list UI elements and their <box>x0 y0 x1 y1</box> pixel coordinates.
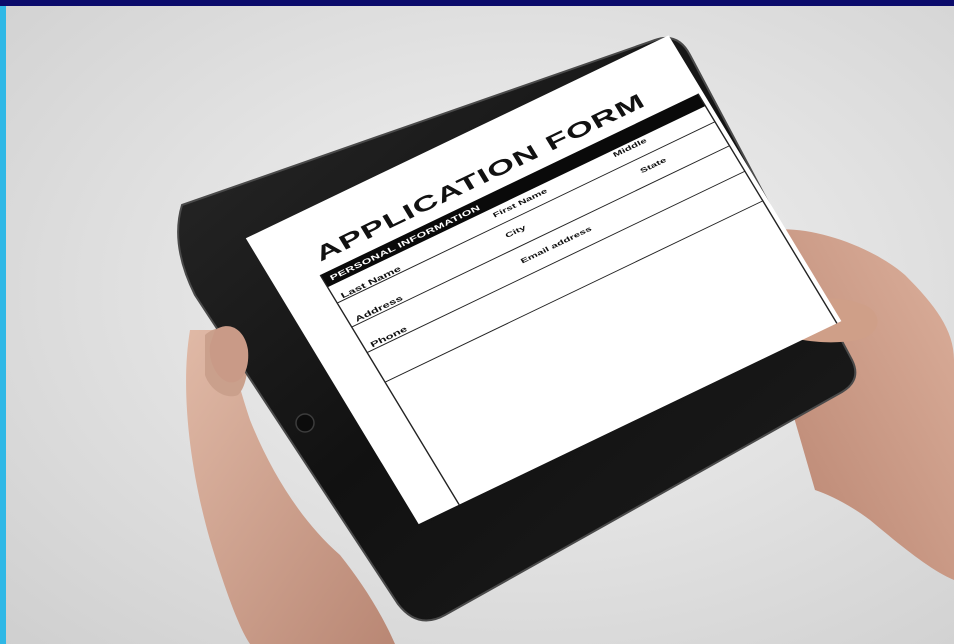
home-button-icon <box>295 413 315 433</box>
photo-scene: APPLICATION FORM PERSONAL INFORMATION Mi… <box>177 35 954 644</box>
